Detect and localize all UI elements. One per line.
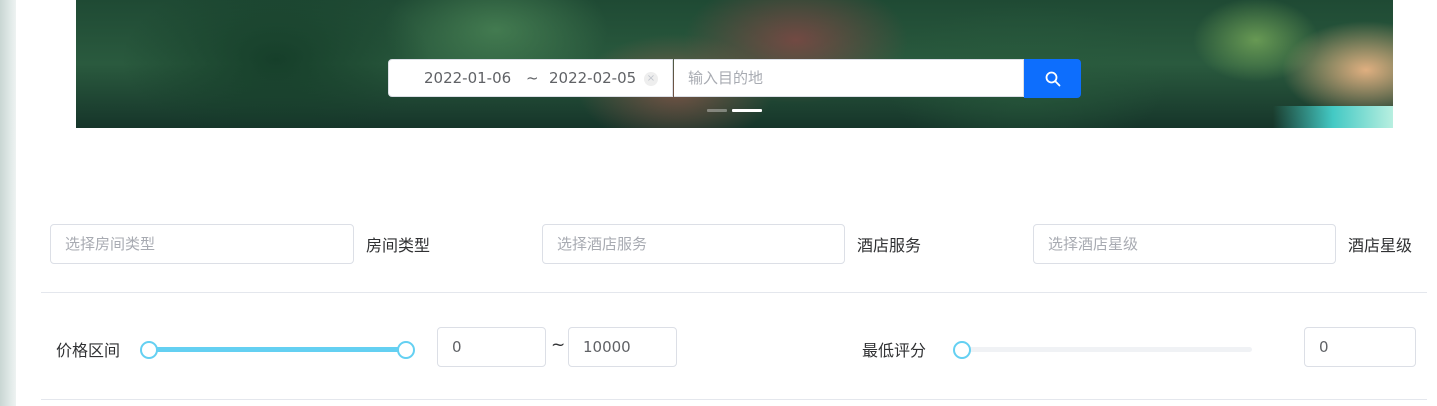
clear-icon[interactable]: ×: [644, 72, 658, 86]
left-edge-strip: [0, 0, 16, 406]
divider: [41, 292, 1427, 293]
price-max-input[interactable]: [568, 327, 677, 367]
date-end[interactable]: 2022-02-05: [549, 69, 636, 87]
price-slider-max-handle[interactable]: [397, 341, 415, 359]
hotel-service-select[interactable]: [542, 224, 845, 264]
date-separator: ~: [526, 69, 539, 87]
rating-slider-track[interactable]: [962, 347, 1252, 352]
date-start[interactable]: 2022-01-06: [424, 69, 511, 87]
rating-input[interactable]: [1304, 327, 1416, 367]
search-icon: [1045, 71, 1060, 86]
room-type-label: 房间类型: [366, 236, 431, 255]
min-rating-label: 最低评分: [862, 341, 927, 360]
carousel-indicator[interactable]: [707, 109, 727, 112]
carousel-indicator-active[interactable]: [732, 109, 762, 112]
hero-image-water: [1273, 106, 1393, 128]
search-button[interactable]: [1024, 59, 1081, 98]
destination-input[interactable]: [674, 59, 1024, 97]
rating-slider-handle[interactable]: [953, 341, 971, 359]
hotel-star-label: 酒店星级: [1348, 236, 1413, 255]
divider: [41, 399, 1427, 400]
price-min-input[interactable]: [437, 327, 546, 367]
hotel-service-label: 酒店服务: [857, 236, 922, 255]
room-type-select[interactable]: [50, 224, 354, 264]
price-slider-fill: [149, 347, 406, 352]
date-range-picker[interactable]: 2022-01-06 ~ 2022-02-05 ×: [388, 59, 673, 97]
price-range-label: 价格区间: [56, 341, 121, 360]
hotel-star-select[interactable]: [1033, 224, 1336, 264]
price-slider-min-handle[interactable]: [140, 341, 158, 359]
price-separator: ~: [551, 335, 566, 355]
